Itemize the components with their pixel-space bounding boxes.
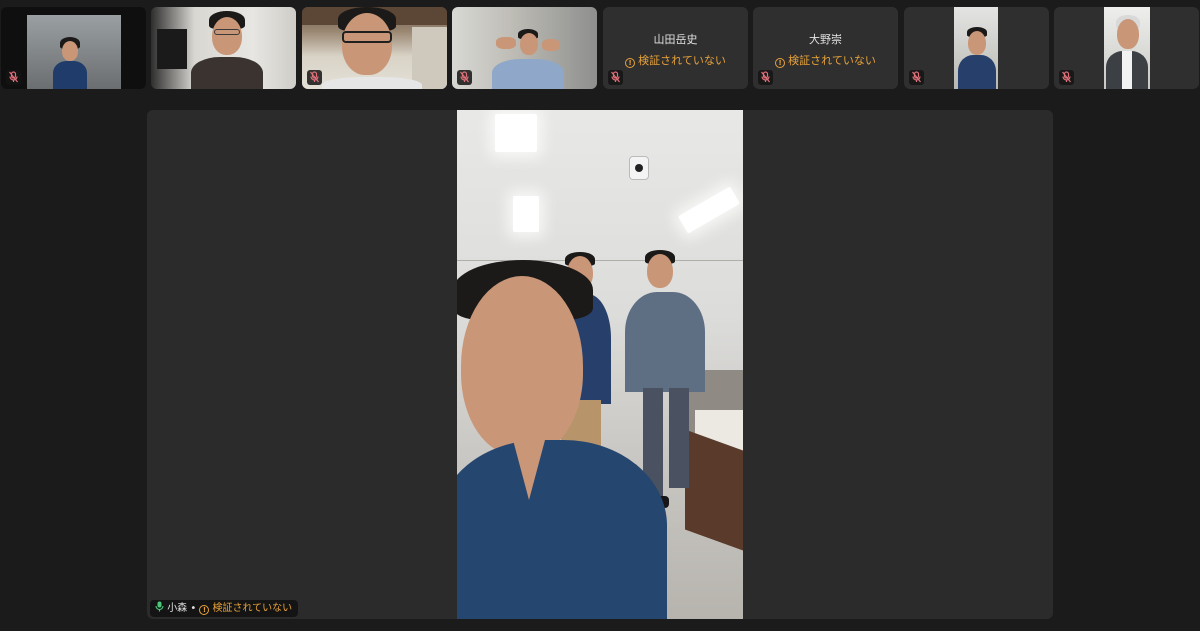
participant-tile-1[interactable] xyxy=(1,7,146,89)
mic-off-icon xyxy=(909,70,924,85)
participant-strip: 山田岳史 ! 検証されていない 大野崇 ! 検証されていない xyxy=(0,7,1200,89)
participant-video xyxy=(954,7,998,89)
participant-name: 山田岳史 xyxy=(653,33,698,46)
verification-status-text: 検証されていない xyxy=(638,54,726,67)
participant-tile-7[interactable] xyxy=(904,7,1049,89)
spotlight-name-tag: 小森 • ! 検証されていない xyxy=(150,600,299,617)
mic-off-icon xyxy=(1059,70,1074,85)
participant-tile-4[interactable] xyxy=(452,7,597,89)
participant-video xyxy=(302,7,447,89)
verification-status-text: 検証されていない xyxy=(212,603,293,614)
mic-on-icon xyxy=(155,601,164,614)
spotlight-stage: 小森 • ! 検証されていない xyxy=(147,110,1053,619)
participant-tile-8[interactable] xyxy=(1054,7,1199,89)
participant-video xyxy=(27,15,121,89)
spotlight-name: 小森 xyxy=(167,603,188,614)
warning-circle-icon: ! xyxy=(775,58,786,68)
participant-info: 山田岳史 ! 検証されていない xyxy=(603,31,748,68)
verification-status-text: 検証されていない xyxy=(788,54,876,67)
participant-tile-2[interactable] xyxy=(151,7,296,89)
mic-off-icon xyxy=(307,70,322,85)
participant-video xyxy=(151,7,296,89)
verification-status: ! 検証されていない xyxy=(753,52,898,68)
participant-video xyxy=(452,7,597,89)
participant-video xyxy=(1104,7,1150,89)
participant-info: 大野崇 ! 検証されていない xyxy=(753,31,898,68)
spotlight-video[interactable] xyxy=(457,110,743,619)
participant-name: 大野崇 xyxy=(809,33,842,46)
warning-circle-icon: ! xyxy=(625,58,636,68)
verification-status: ! 検証されていない xyxy=(199,603,293,615)
participant-tile-5[interactable]: 山田岳史 ! 検証されていない xyxy=(603,7,748,89)
name-separator: • xyxy=(190,603,197,614)
mic-off-icon xyxy=(6,70,21,85)
mic-off-icon xyxy=(608,70,623,85)
participant-tile-6[interactable]: 大野崇 ! 検証されていない xyxy=(753,7,898,89)
verification-status: ! 検証されていない xyxy=(603,52,748,68)
mic-off-icon xyxy=(457,70,472,85)
participant-tile-3[interactable] xyxy=(302,7,447,89)
mic-off-icon xyxy=(758,70,773,85)
warning-circle-icon: ! xyxy=(199,605,210,615)
